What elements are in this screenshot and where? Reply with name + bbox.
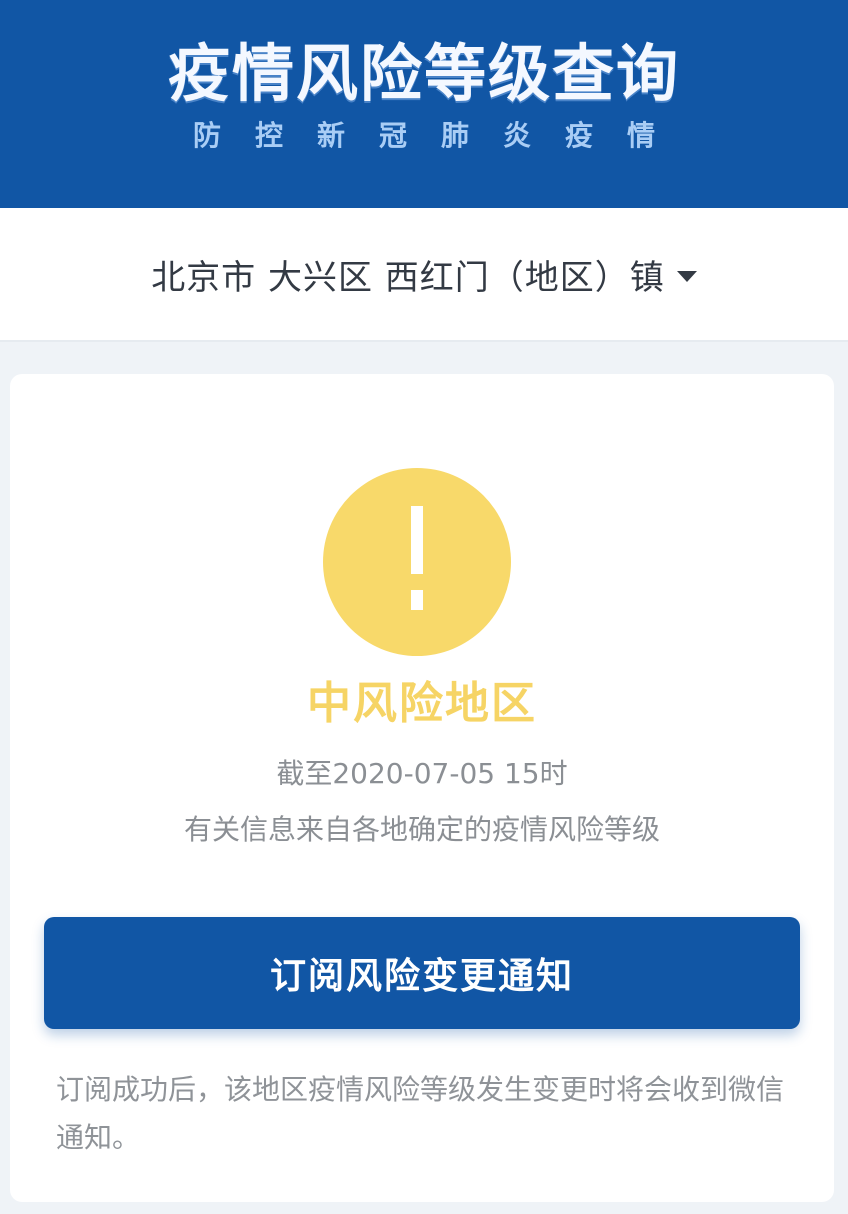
page-title: 疫情风险等级查询 (167, 37, 680, 110)
source-note: 有关信息来自各地确定的疫情风险等级 (183, 813, 660, 846)
page-header: 疫情风险等级查询 防控新冠肺炎疫情 (0, 0, 848, 208)
risk-level-label: 中风险地区 (307, 678, 537, 729)
exclamation-icon (323, 468, 511, 656)
exclamation-dot (411, 590, 423, 610)
subscribe-button[interactable]: 订阅风险变更通知 (44, 917, 800, 1029)
exclamation-bar (411, 506, 423, 574)
subscribe-note: 订阅成功后，该地区疫情风险等级发生变更时将会收到微信通知。 (56, 1073, 785, 1154)
location-selector[interactable]: 北京市 大兴区 西红门（地区）镇 (0, 208, 848, 342)
risk-result-card: 中风险地区 截至2020-07-05 15时 有关信息来自各地确定的疫情风险等级… (10, 374, 834, 1202)
caret-down-icon[interactable] (676, 270, 697, 282)
page-subtitle: 防控新冠肺炎疫情 (192, 119, 689, 152)
as-of-timestamp: 截至2020-07-05 15时 (276, 757, 568, 790)
location-label[interactable]: 北京市 大兴区 西红门（地区）镇 (151, 250, 665, 299)
